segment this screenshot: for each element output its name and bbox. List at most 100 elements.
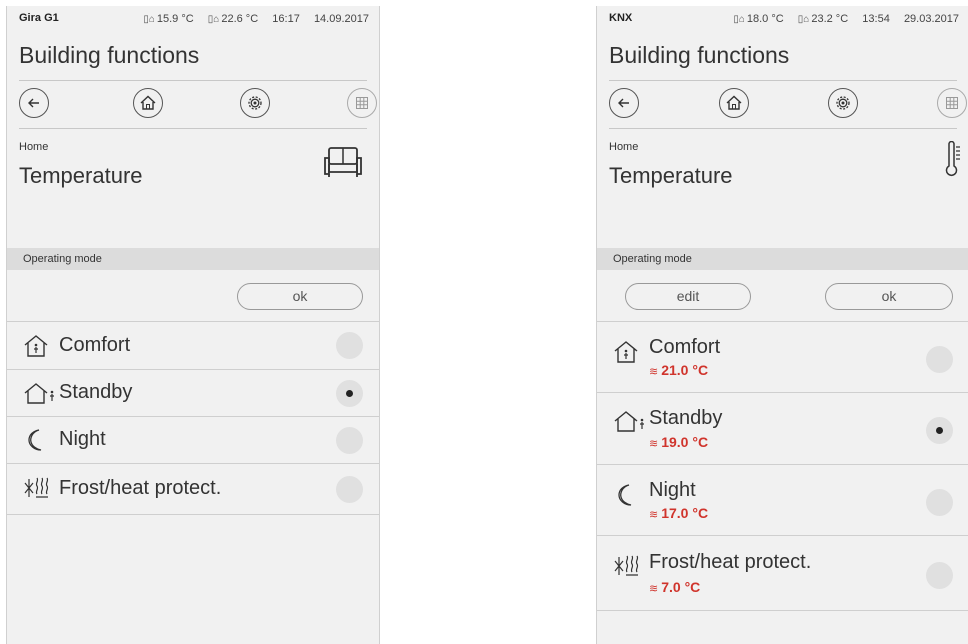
mode-temp: ≋ 17.0 °C: [649, 505, 708, 521]
home-button[interactable]: [719, 88, 749, 118]
sofa-icon: [324, 147, 362, 177]
comfort-house-icon: [614, 341, 638, 363]
right-device-screen: KNX ▯⌂ 18.0 °C ▯⌂ 23.2 °C 13:54 29.03.2017…: [596, 6, 968, 644]
mode-row-comfort[interactable]: Comfort ≋ 21.0 °C: [597, 322, 968, 393]
mode-temp-value: 17.0 °C: [661, 505, 709, 521]
standby-house-person-icon: [24, 383, 54, 404]
night-moon-icon: [28, 429, 42, 451]
ok-button[interactable]: ok: [237, 283, 363, 310]
inside-temp: 23.2 °C: [811, 13, 849, 25]
mode-radio[interactable]: [926, 489, 953, 516]
date: 14.09.2017: [313, 13, 369, 25]
status-bar: Gira G1 ▯⌂ 15.9 °C ▯⌂ 22.6 °C 16:17 14.09.…: [7, 6, 379, 28]
app-title: Building functions: [19, 42, 200, 68]
back-button[interactable]: [19, 88, 49, 118]
status-readouts: ▯⌂ 15.9 °C ▯⌂ 22.6 °C 16:17 14.09.2017: [143, 13, 369, 25]
mode-row-standby[interactable]: Standby: [7, 370, 379, 417]
mode-row-frost-heat[interactable]: Frost/heat protect.: [7, 464, 379, 515]
inside-temp: 22.6 °C: [221, 13, 259, 25]
home-icon: [140, 95, 156, 110]
divider: [609, 128, 957, 129]
mode-label: Standby: [649, 407, 723, 429]
device-name: KNX: [609, 12, 633, 24]
mode-temp: ≋ 7.0 °C: [649, 579, 700, 595]
divider: [19, 128, 367, 129]
mode-temp-value: 19.0 °C: [661, 434, 709, 450]
mode-temp-value: 7.0 °C: [661, 579, 701, 595]
grid-view-button[interactable]: [347, 88, 377, 118]
mode-row-night[interactable]: Night ≋ 17.0 °C: [597, 465, 968, 536]
frost-heat-icon: [24, 477, 49, 498]
thermometer-icon: [945, 141, 960, 177]
standby-house-person-icon: [614, 411, 644, 432]
outside-temp: 15.9 °C: [156, 13, 194, 25]
button-row: edit ok: [597, 270, 968, 322]
back-button[interactable]: [609, 88, 639, 118]
mode-row-frost-heat[interactable]: Frost/heat protect. ≋ 7.0 °C: [597, 536, 968, 611]
back-arrow-icon: [618, 98, 629, 108]
mode-row-standby[interactable]: Standby ≋ 19.0 °C: [597, 393, 968, 465]
heating-icon: ≋: [649, 438, 659, 450]
mode-radio[interactable]: [336, 427, 363, 454]
clock: 16:17: [272, 13, 300, 25]
heating-icon: ≋: [649, 366, 659, 378]
mode-temp-value: 21.0 °C: [661, 362, 709, 378]
ok-button[interactable]: ok: [825, 283, 953, 310]
mode-label: Frost/heat protect.: [649, 551, 812, 573]
back-arrow-icon: [28, 98, 39, 108]
home-button[interactable]: [133, 88, 163, 118]
comfort-house-icon: [24, 335, 48, 357]
mode-label: Night: [649, 479, 696, 501]
device-name: Gira G1: [19, 12, 59, 24]
breadcrumb[interactable]: Home: [19, 141, 48, 153]
inside-temp-icon: ▯⌂: [207, 14, 220, 25]
nav-bar: [7, 88, 379, 122]
night-moon-icon: [618, 484, 632, 506]
mode-temp: ≋ 21.0 °C: [649, 362, 708, 378]
inside-temp-icon: ▯⌂: [797, 14, 810, 25]
outside-temp-icon: ▯⌂: [733, 14, 745, 25]
settings-gear-icon: [248, 96, 262, 110]
mode-label: Night: [59, 428, 106, 450]
outside-temp-icon: ▯⌂: [143, 14, 155, 25]
settings-gear-icon: [836, 96, 850, 110]
mode-radio-selected[interactable]: [336, 380, 363, 407]
date: 29.03.2017: [903, 13, 959, 25]
section-header: Operating mode: [597, 248, 968, 270]
left-device-screen: Gira G1 ▯⌂ 15.9 °C ▯⌂ 22.6 °C 16:17 14.09.…: [6, 6, 380, 644]
status-readouts: ▯⌂ 18.0 °C ▯⌂ 23.2 °C 13:54 29.03.2017: [733, 13, 959, 25]
mode-row-night[interactable]: Night: [7, 417, 379, 464]
mode-temp: ≋ 19.0 °C: [649, 434, 708, 450]
home-icon: [726, 95, 742, 110]
mode-radio[interactable]: [926, 562, 953, 589]
mode-radio[interactable]: [336, 476, 363, 503]
breadcrumb[interactable]: Home: [609, 141, 638, 153]
nav-bar: [597, 88, 968, 122]
button-row: ok: [7, 270, 379, 322]
page-title: Temperature: [609, 163, 733, 188]
status-bar: KNX ▯⌂ 18.0 °C ▯⌂ 23.2 °C 13:54 29.03.2017: [597, 6, 968, 28]
section-header: Operating mode: [7, 248, 379, 270]
page-title: Temperature: [19, 163, 143, 188]
mode-label: Standby: [59, 381, 133, 403]
mode-radio-selected[interactable]: [926, 417, 953, 444]
mode-label: Comfort: [59, 334, 131, 356]
mode-label: Frost/heat protect.: [59, 477, 222, 499]
settings-button[interactable]: [828, 88, 858, 118]
grid-view-button[interactable]: [937, 88, 967, 118]
heating-icon: ≋: [649, 509, 659, 521]
mode-radio[interactable]: [336, 332, 363, 359]
divider: [19, 80, 367, 81]
mode-label: Comfort: [649, 336, 721, 358]
heating-icon: ≋: [649, 583, 659, 595]
settings-button[interactable]: [240, 88, 270, 118]
divider: [609, 80, 957, 81]
app-title: Building functions: [609, 42, 790, 68]
mode-row-comfort[interactable]: Comfort: [7, 322, 379, 370]
edit-button[interactable]: edit: [625, 283, 751, 310]
clock: 13:54: [862, 13, 890, 25]
outside-temp: 18.0 °C: [746, 13, 784, 25]
grid-view-icon: [946, 97, 958, 109]
grid-view-icon: [356, 97, 368, 109]
mode-radio[interactable]: [926, 346, 953, 373]
